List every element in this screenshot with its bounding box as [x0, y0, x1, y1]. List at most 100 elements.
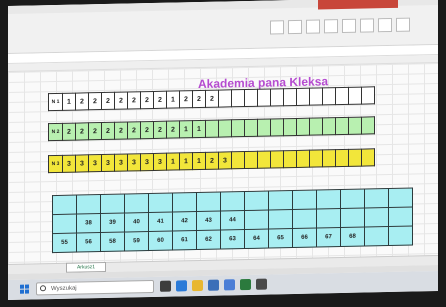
- grid-cell[interactable]: [364, 188, 389, 209]
- grid-cell[interactable]: [268, 209, 293, 230]
- grid-cell[interactable]: [218, 119, 232, 138]
- grid-cell[interactable]: [388, 226, 413, 246]
- grid-cell[interactable]: [322, 87, 336, 105]
- grid-cell[interactable]: 58: [100, 232, 125, 252]
- grid-cell[interactable]: [348, 117, 362, 135]
- ribbon-button[interactable]: [288, 19, 302, 35]
- grid-cell[interactable]: 3: [218, 151, 232, 170]
- file-explorer-icon[interactable]: [192, 279, 203, 292]
- grid-cell[interactable]: [296, 88, 310, 106]
- grid-cell[interactable]: [340, 208, 365, 228]
- grid-cell[interactable]: 2: [179, 90, 193, 108]
- grid-cell[interactable]: 2: [75, 122, 89, 141]
- grid-cell[interactable]: 2: [127, 91, 141, 109]
- grid-cell[interactable]: [196, 192, 221, 212]
- grid-cell[interactable]: 38: [76, 213, 101, 234]
- ribbon-button[interactable]: [396, 17, 410, 32]
- grid-cell[interactable]: [335, 117, 349, 135]
- grid-cell[interactable]: [388, 207, 413, 227]
- grid-cell[interactable]: [316, 189, 341, 210]
- grid-cell[interactable]: 3: [62, 155, 76, 173]
- grid-cell[interactable]: 2: [114, 121, 128, 140]
- grid-cell[interactable]: [257, 119, 271, 137]
- grid-cell[interactable]: [296, 150, 310, 168]
- grid-cell[interactable]: 66: [292, 228, 317, 248]
- grid-cell[interactable]: [231, 119, 245, 137]
- grid-cell[interactable]: [309, 149, 323, 168]
- grid-cell[interactable]: [268, 190, 293, 211]
- grid-cell[interactable]: 3: [140, 153, 154, 171]
- grid-cell[interactable]: 39: [100, 213, 125, 233]
- grid-cell[interactable]: 3: [153, 153, 167, 171]
- grid-cell[interactable]: 3: [75, 154, 89, 173]
- ribbon-button[interactable]: [378, 17, 392, 33]
- grid-cell[interactable]: 2: [153, 91, 167, 109]
- ribbon-button[interactable]: [360, 18, 374, 33]
- grid-cell[interactable]: [270, 150, 284, 169]
- grid-cell[interactable]: [244, 151, 258, 169]
- store-icon[interactable]: [208, 279, 219, 291]
- grid-cell[interactable]: 64: [244, 229, 269, 249]
- grid-cell[interactable]: 63: [220, 229, 245, 250]
- grid-cell[interactable]: [100, 194, 125, 214]
- grid-cell[interactable]: 2: [153, 121, 167, 139]
- ribbon-button[interactable]: [342, 18, 356, 34]
- ribbon-button[interactable]: [324, 19, 338, 34]
- grid-cell[interactable]: [340, 189, 365, 209]
- grid-cell[interactable]: 2: [101, 122, 115, 140]
- app-icon[interactable]: [256, 278, 267, 290]
- grid-cell[interactable]: [231, 89, 245, 107]
- grid-cell[interactable]: 2: [62, 123, 76, 141]
- grid-cell[interactable]: [231, 151, 245, 169]
- grid-cell[interactable]: [322, 149, 336, 167]
- grid-cell[interactable]: [257, 89, 271, 107]
- grid-cell[interactable]: [388, 188, 413, 208]
- grid-cell[interactable]: 2: [205, 90, 219, 108]
- grid-cell[interactable]: [348, 149, 362, 167]
- grid-cell[interactable]: [348, 87, 362, 105]
- grid-cell[interactable]: 1: [179, 120, 193, 138]
- grid-cell[interactable]: [335, 87, 349, 105]
- grid-cell[interactable]: 60: [148, 231, 173, 251]
- grid-cell[interactable]: [335, 149, 349, 167]
- grid-cell[interactable]: 67: [316, 227, 341, 248]
- grid-cell[interactable]: 2: [75, 92, 89, 111]
- grid-cell[interactable]: 44: [220, 210, 245, 231]
- windows-start-icon[interactable]: [20, 284, 30, 295]
- grid-cell[interactable]: 43: [196, 211, 221, 231]
- grid-cell[interactable]: [244, 89, 258, 107]
- grid-cell[interactable]: 3: [101, 154, 115, 172]
- grid-cell[interactable]: [220, 191, 245, 212]
- grid-cell[interactable]: 56: [76, 232, 101, 253]
- grid-cell[interactable]: [244, 119, 258, 137]
- grid-cell[interactable]: 1: [192, 152, 206, 170]
- grid-cell[interactable]: [283, 88, 297, 106]
- grid-cell[interactable]: [283, 118, 297, 136]
- grid-cell[interactable]: [361, 116, 375, 135]
- grid-cell[interactable]: 61: [172, 230, 197, 251]
- grid-cell[interactable]: [296, 118, 310, 136]
- grid-cell[interactable]: 1: [166, 152, 180, 171]
- grid-cell[interactable]: [257, 151, 271, 169]
- grid-cell[interactable]: [309, 87, 323, 106]
- grid-cell[interactable]: 2: [88, 92, 102, 110]
- grid-cell[interactable]: 3: [88, 154, 102, 172]
- excel-icon[interactable]: [240, 278, 251, 291]
- grid-cell[interactable]: 42: [172, 211, 197, 232]
- grid-cell[interactable]: [361, 148, 375, 167]
- grid-cell[interactable]: 3: [114, 153, 128, 172]
- grid-cell[interactable]: [52, 195, 77, 215]
- grid-cell[interactable]: 59: [124, 231, 149, 252]
- grid-cell[interactable]: [270, 88, 284, 107]
- grid-cell[interactable]: 2: [192, 90, 206, 108]
- ribbon-button[interactable]: [270, 20, 284, 35]
- grid-cell[interactable]: 2: [114, 91, 128, 110]
- grid-cell[interactable]: 1: [62, 93, 76, 111]
- grid-cell[interactable]: [244, 191, 269, 211]
- grid-cell[interactable]: 1: [192, 120, 206, 138]
- grid-cell[interactable]: 2: [140, 121, 154, 139]
- grid-cell[interactable]: 2: [166, 120, 180, 139]
- grid-cell[interactable]: 1: [166, 90, 180, 109]
- grid-cell[interactable]: [205, 120, 219, 138]
- grid-cell[interactable]: 68: [340, 227, 365, 247]
